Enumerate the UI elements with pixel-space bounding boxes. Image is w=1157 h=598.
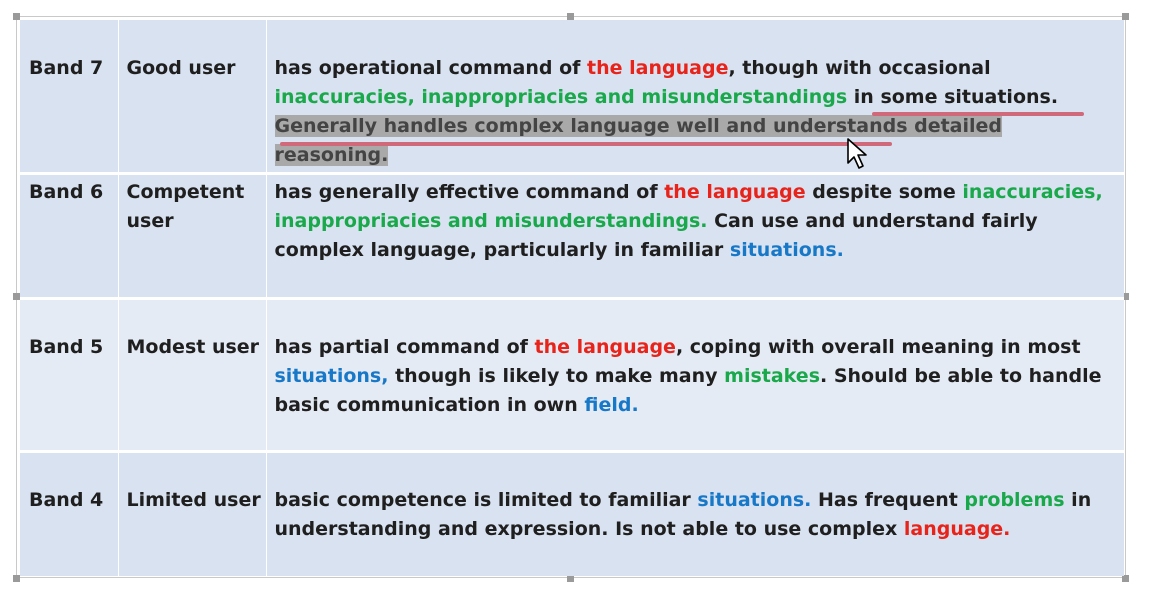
description-cell[interactable]: has operational command of the language,… <box>266 20 1124 175</box>
annotation-underline <box>280 142 892 146</box>
annotation-underline <box>872 112 1084 116</box>
description-segment: though is likely to make many <box>388 364 725 387</box>
description-segment: problems <box>964 488 1065 511</box>
user-level-cell[interactable]: Good user <box>118 20 267 175</box>
table-row: Band 5 Modest user has partial command o… <box>20 298 1124 453</box>
description-segment: the language <box>534 335 676 358</box>
mouse-pointer-icon <box>847 138 867 169</box>
resize-handle-bottom-right[interactable] <box>1122 575 1129 582</box>
description-segment: language. <box>903 517 1011 540</box>
description-segment: the language <box>664 180 806 203</box>
description-segment: mistakes <box>724 364 821 387</box>
user-level-cell[interactable]: Modest user <box>118 298 267 453</box>
description-segment: inaccuracies, inappropriacies and misund… <box>274 86 848 108</box>
description-segment: in some situations. <box>847 86 1059 108</box>
resize-handle-bottom-left[interactable] <box>13 575 20 582</box>
band-cell[interactable]: Band 4 <box>20 451 119 576</box>
description-segment: field. <box>584 393 639 416</box>
table-row: Band 4 Limited user basic competence is … <box>20 451 1124 576</box>
user-level-cell[interactable]: Limited user <box>118 451 267 576</box>
table-row: Band 7 Good user has operational command… <box>20 20 1124 175</box>
description-segment: basic competence is limited to familiar <box>274 488 698 511</box>
description-segment: has generally effective command of <box>274 180 665 203</box>
user-level-cell[interactable]: Competent user <box>118 173 267 300</box>
description-cell[interactable]: has generally effective command of the l… <box>266 173 1124 300</box>
description-segment: despite some <box>805 180 963 203</box>
resize-handle-bottom-middle[interactable] <box>567 575 574 582</box>
document-canvas: Band 7 Good user has operational command… <box>0 0 1157 598</box>
band-cell[interactable]: Band 7 <box>20 20 119 175</box>
ielts-band-table[interactable]: Band 7 Good user has operational command… <box>20 20 1124 576</box>
description-segment: , coping with overall meaning in most <box>675 335 1081 358</box>
table-row: Band 6 Competent user has generally effe… <box>20 173 1124 300</box>
description-segment: has operational command of <box>274 57 588 79</box>
band-cell[interactable]: Band 5 <box>20 298 119 453</box>
resize-handle-top-left[interactable] <box>13 13 20 20</box>
description-segment: the language <box>587 57 729 79</box>
resize-handle-top-middle[interactable] <box>567 13 574 20</box>
description-cell[interactable]: basic competence is limited to familiar … <box>266 451 1124 576</box>
description-segment: situations. <box>697 488 812 511</box>
resize-handle-middle-left[interactable] <box>13 293 20 300</box>
description-segment: situations, <box>274 364 389 387</box>
resize-handle-top-right[interactable] <box>1122 13 1129 20</box>
band-cell[interactable]: Band 6 <box>20 173 119 300</box>
description-segment: Has frequent <box>811 488 965 511</box>
selected-text: Generally handles complex language well … <box>274 115 1003 166</box>
description-segment: has partial command of <box>274 335 535 358</box>
description-segment: situations. <box>729 238 844 261</box>
description-cell[interactable]: has partial command of the language, cop… <box>266 298 1124 453</box>
description-segment: , though with occasional <box>728 57 991 79</box>
